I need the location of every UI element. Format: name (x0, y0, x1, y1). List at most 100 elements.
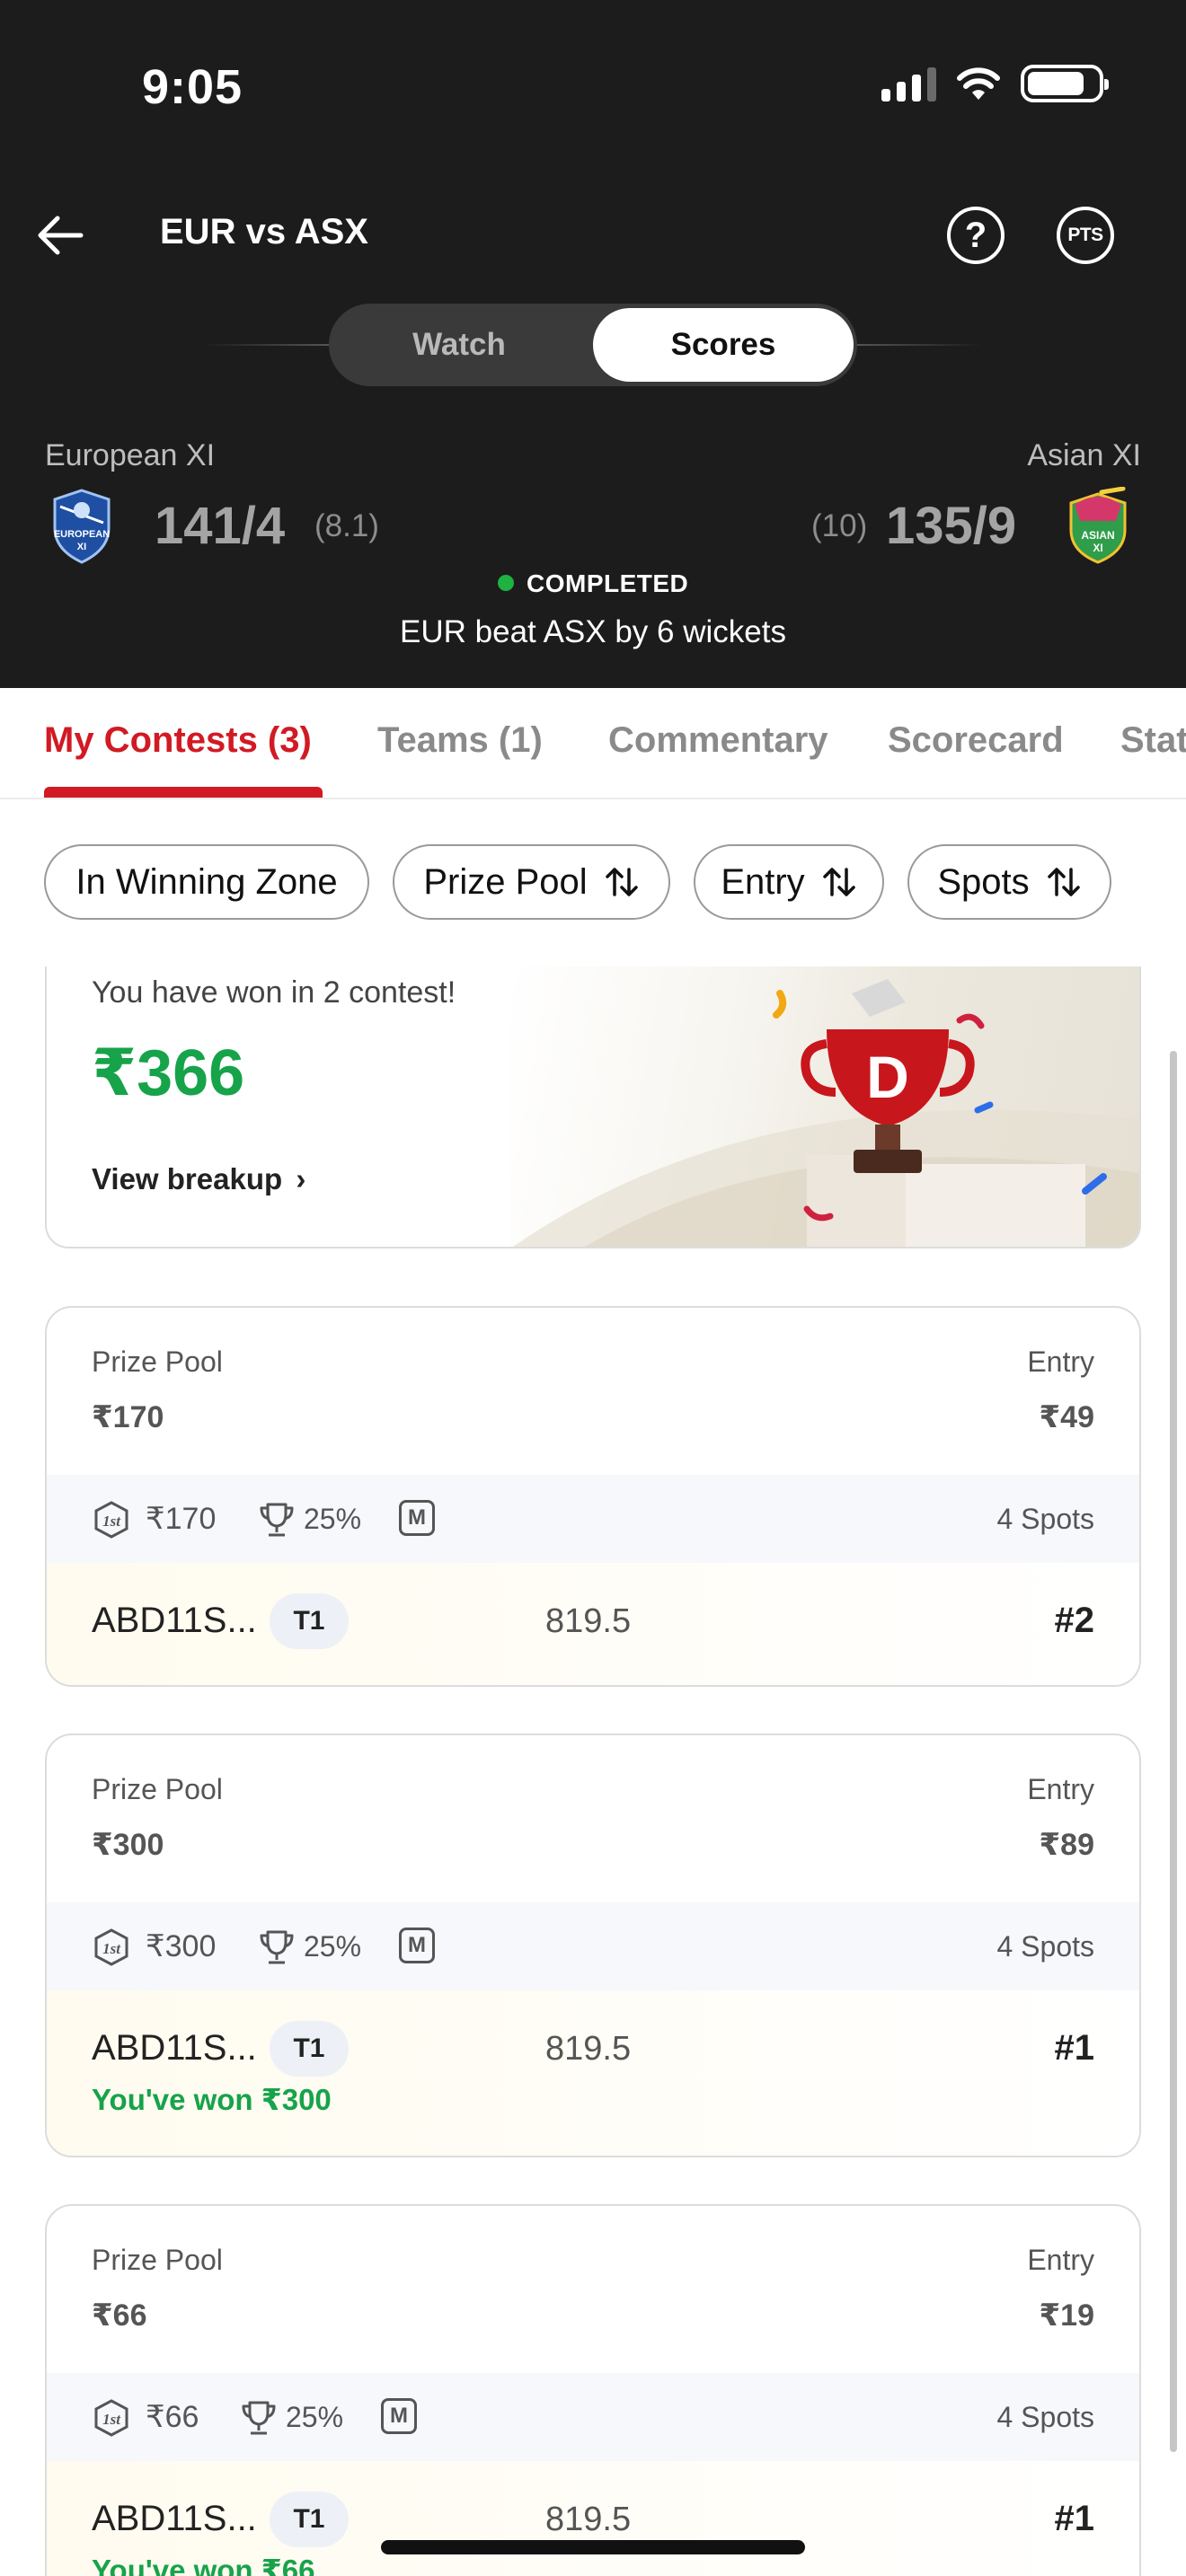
status-dot-icon (498, 575, 514, 591)
won-amount-text: You've won ₹66 (92, 2554, 315, 2576)
winners-percent: 25% (304, 1503, 362, 1535)
toggle-divider-right (857, 344, 983, 346)
first-prize-icon: 1st (94, 2399, 128, 2437)
battery-icon (1021, 65, 1109, 102)
asian-xi-logo: ASIAN XI (1069, 487, 1127, 564)
joined-team-row[interactable]: ABD11S... T1 819.5 #2 (47, 1563, 1139, 1685)
active-tab-indicator (44, 787, 323, 798)
team2-overs: (10) (811, 508, 868, 543)
back-arrow-icon[interactable] (34, 208, 88, 262)
sort-icon (605, 868, 638, 896)
filter-label: Entry (721, 861, 805, 902)
status-icons (881, 65, 1109, 102)
winnings-subtitle: You have won in 2 contest! (92, 975, 456, 1010)
filter-label: Spots (937, 861, 1030, 902)
multi-entry-badge: M (399, 1928, 435, 1963)
contest-card[interactable]: Prize Pool ₹300 Entry ₹89 1st ₹300 25% M… (45, 1734, 1141, 2157)
contest-info-row: 1st ₹66 25% M 4 Spots (47, 2373, 1139, 2461)
toggle-watch[interactable]: Watch (329, 304, 589, 386)
entry-label: Entry (1027, 1345, 1094, 1378)
tab-scorecard[interactable]: Scorecard (888, 720, 1064, 761)
tab-teams[interactable]: Teams (1) (377, 720, 543, 761)
team-badge: T1 (270, 2021, 349, 2077)
team-badge: T1 (270, 1593, 349, 1649)
trophy-illustration: D (512, 979, 1139, 1247)
team-name: ABD11S... (92, 2499, 257, 2538)
entry-label: Entry (1027, 2244, 1094, 2276)
trophy-icon (260, 1503, 294, 1537)
wifi-icon (957, 67, 1000, 100)
contest-card[interactable]: Prize Pool ₹170 Entry ₹49 1st ₹170 25% M… (45, 1306, 1141, 1687)
team2-name: Asian XI (1027, 438, 1141, 472)
tab-commentary[interactable]: Commentary (608, 720, 828, 761)
multi-entry-badge: M (399, 1500, 435, 1536)
first-prize-value: ₹66 (146, 2400, 199, 2434)
team-badge: T1 (270, 2492, 349, 2547)
first-prize-value: ₹300 (146, 1929, 217, 1963)
team2-score: 135/9 (886, 497, 1017, 555)
team-name: ABD11S... (92, 1601, 257, 1640)
entry-value: ₹49 (1039, 1400, 1094, 1434)
svg-text:XI: XI (77, 542, 86, 552)
team-name: ABD11S... (92, 2028, 257, 2068)
team1-name: European XI (45, 438, 216, 472)
trophy-icon (242, 2401, 276, 2435)
prize-pool-value: ₹170 (92, 1400, 164, 1434)
match-header: 9:05 EUR vs ASX ? PTS Watch Scores Europ… (0, 0, 1186, 688)
cellular-signal-icon (881, 66, 936, 101)
prize-pool-label: Prize Pool (92, 1773, 223, 1805)
match-result: EUR beat ASX by 6 wickets (400, 614, 786, 649)
trophy-icon (260, 1930, 294, 1964)
spots-count: 4 Spots (996, 2401, 1094, 2433)
match-status: COMPLETED (527, 569, 689, 597)
view-breakup-link[interactable]: View breakup › (92, 1162, 305, 1196)
view-breakup-label: View breakup (92, 1162, 283, 1195)
contest-card[interactable]: Prize Pool ₹66 Entry ₹19 1st ₹66 25% M 4… (45, 2204, 1141, 2576)
filter-spots[interactable]: Spots (907, 844, 1111, 920)
match-title: EUR vs ASX (160, 212, 368, 251)
european-xi-logo: EUROPEAN XI (53, 489, 111, 564)
tab-stats[interactable]: Stat (1120, 720, 1186, 761)
filter-entry[interactable]: Entry (694, 844, 884, 920)
team-rank: #1 (1054, 2028, 1095, 2068)
contest-tabs: My Contests (3) Teams (1) Commentary Sco… (0, 688, 1186, 799)
spots-count: 4 Spots (996, 1930, 1094, 1963)
filter-in-winning-zone[interactable]: In Winning Zone (44, 844, 369, 920)
team-points: 819.5 (545, 2501, 632, 2538)
first-prize-icon: 1st (94, 1501, 128, 1539)
joined-team-row[interactable]: ABD11S... T1 819.5 #1 You've won ₹66 (47, 2461, 1139, 2576)
scrollbar[interactable] (1170, 1051, 1177, 2452)
team-rank: #2 (1054, 1601, 1095, 1640)
svg-text:XI: XI (1093, 542, 1102, 554)
home-indicator[interactable] (381, 2540, 805, 2554)
sort-icon (822, 868, 855, 896)
prize-pool-value: ₹300 (92, 1828, 164, 1862)
toggle-scores[interactable]: Scores (593, 308, 854, 382)
filter-label: In Winning Zone (75, 861, 338, 902)
watch-scores-toggle: Watch Scores (329, 304, 857, 386)
points-system-icon[interactable]: PTS (1057, 207, 1114, 264)
first-prize-value: ₹170 (146, 1502, 217, 1536)
prize-pool-value: ₹66 (92, 2298, 147, 2333)
entry-label: Entry (1027, 1773, 1094, 1805)
help-icon[interactable]: ? (947, 207, 1005, 264)
team-rank: #1 (1054, 2499, 1095, 2538)
prize-pool-label: Prize Pool (92, 1345, 223, 1378)
filter-prize-pool[interactable]: Prize Pool (393, 844, 670, 920)
contest-info-row: 1st ₹300 25% M 4 Spots (47, 1902, 1139, 1990)
toggle-divider-left (203, 344, 329, 346)
chevron-right-icon: › (296, 1162, 306, 1195)
winnings-card: D You have won in 2 contest! ₹366 View b… (45, 966, 1141, 1248)
entry-value: ₹19 (1039, 2298, 1094, 2333)
tab-my-contests[interactable]: My Contests (3) (44, 720, 312, 761)
svg-text:1st: 1st (102, 1513, 121, 1530)
winnings-amount: ₹366 (92, 1037, 245, 1109)
filter-label: Prize Pool (423, 861, 588, 902)
team-points: 819.5 (545, 1602, 632, 1640)
svg-text:ASIAN: ASIAN (1081, 529, 1114, 542)
winners-percent: 25% (304, 1930, 362, 1963)
winners-percent: 25% (286, 2401, 344, 2433)
svg-text:1st: 1st (102, 2411, 121, 2428)
joined-team-row[interactable]: ABD11S... T1 819.5 #1 You've won ₹300 (47, 1990, 1139, 2156)
sort-icon (1047, 868, 1080, 896)
